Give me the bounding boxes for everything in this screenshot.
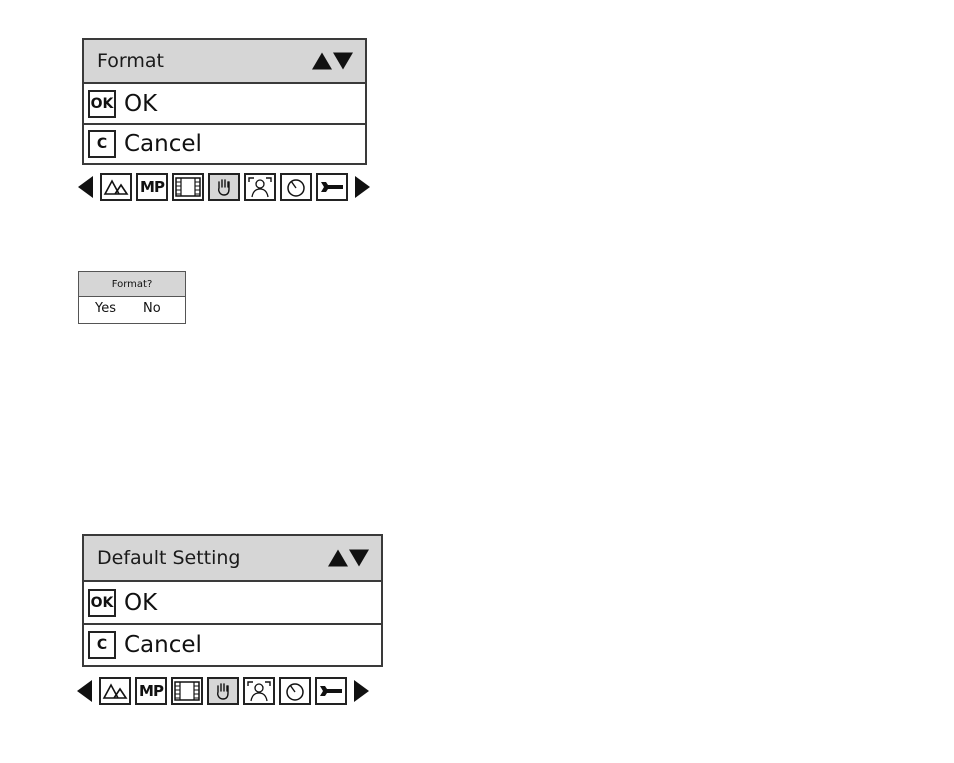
option-label: OK	[124, 90, 158, 117]
yes-button[interactable]: Yes	[95, 301, 116, 316]
mountain-icon[interactable]	[100, 173, 132, 201]
mp-icon[interactable]: MP	[135, 677, 167, 705]
format-confirm-dialog: Format? Yes No	[78, 271, 186, 324]
right-arrow-icon[interactable]	[354, 680, 369, 702]
dialog-buttons: Yes No	[79, 297, 185, 323]
hand-icon[interactable]	[208, 173, 240, 201]
right-arrow-icon[interactable]	[355, 176, 370, 198]
menu-option-cancel[interactable]: C Cancel	[84, 125, 365, 163]
menu-option-ok[interactable]: OK OK	[84, 582, 381, 625]
face-frame-icon[interactable]	[244, 173, 276, 201]
up-down-arrows-icon[interactable]	[328, 549, 369, 567]
menu-option-cancel[interactable]: C Cancel	[84, 625, 381, 665]
film-icon[interactable]	[172, 173, 204, 201]
wrench-icon[interactable]	[316, 173, 348, 201]
down-arrow-icon[interactable]	[349, 549, 369, 567]
film-icon[interactable]	[171, 677, 203, 705]
left-arrow-icon[interactable]	[77, 680, 92, 702]
up-arrow-icon[interactable]	[328, 549, 348, 567]
option-label: Cancel	[124, 131, 202, 157]
default-menu-header: Default Setting	[84, 536, 381, 582]
ok-key-icon: OK	[88, 89, 116, 118]
default-setting-menu: Default Setting OK OK C Cancel	[82, 534, 383, 667]
no-button[interactable]: No	[143, 301, 161, 316]
menu-icon-bar: MP	[77, 677, 369, 705]
option-label: Cancel	[124, 632, 202, 658]
wrench-icon[interactable]	[315, 677, 347, 705]
timer-icon[interactable]	[280, 173, 312, 201]
cancel-key-icon: C	[88, 130, 116, 158]
mp-icon[interactable]: MP	[136, 173, 168, 201]
option-label: OK	[124, 589, 158, 616]
format-menu: Format OK OK C Cancel	[82, 38, 367, 165]
format-menu-header: Format	[84, 40, 365, 84]
face-frame-icon[interactable]	[243, 677, 275, 705]
default-menu-title: Default Setting	[97, 547, 241, 569]
format-menu-title: Format	[97, 50, 164, 72]
menu-option-ok[interactable]: OK OK	[84, 84, 365, 125]
menu-icon-bar: MP	[78, 173, 370, 201]
ok-key-icon: OK	[88, 588, 116, 617]
mountain-icon[interactable]	[99, 677, 131, 705]
hand-icon[interactable]	[207, 677, 239, 705]
timer-icon[interactable]	[279, 677, 311, 705]
cancel-key-icon: C	[88, 631, 116, 659]
left-arrow-icon[interactable]	[78, 176, 93, 198]
down-arrow-icon[interactable]	[333, 52, 353, 70]
up-arrow-icon[interactable]	[312, 52, 332, 70]
dialog-title: Format?	[79, 272, 185, 297]
up-down-arrows-icon[interactable]	[312, 52, 353, 70]
